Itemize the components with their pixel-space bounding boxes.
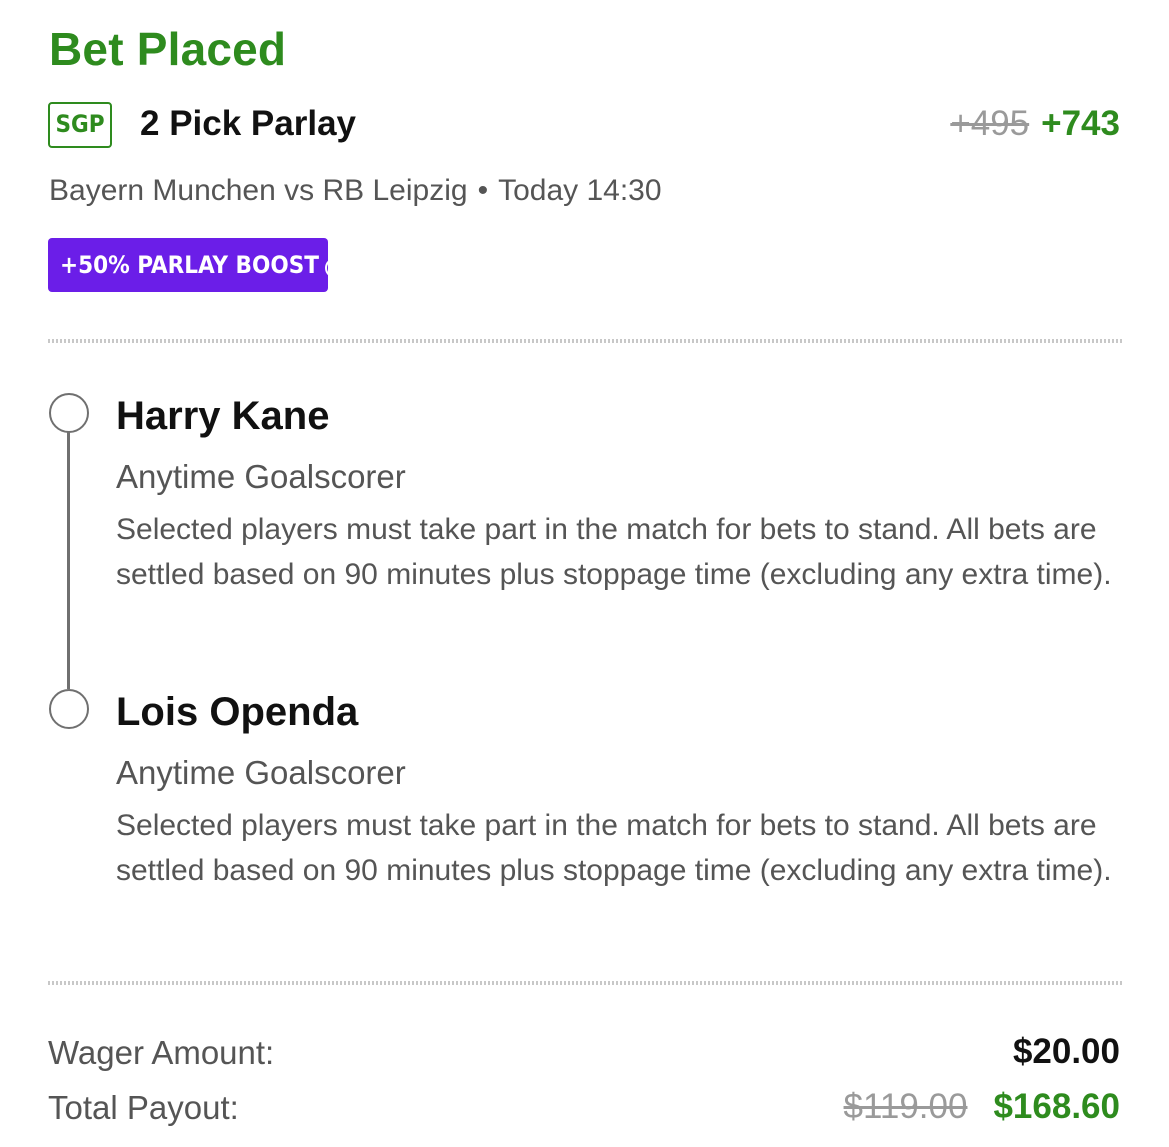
separator-dot: •	[477, 174, 489, 207]
match-time: Today 14:30	[498, 174, 662, 207]
parlay-odds: +495 +743	[950, 104, 1120, 144]
dotted-divider	[48, 339, 1124, 343]
leg-status-circle-icon	[49, 689, 89, 729]
bet-placed-title: Bet Placed	[49, 23, 287, 75]
leg-rules-text: Selected players must take part in the m…	[116, 809, 1112, 887]
parlay-title: 2 Pick Parlay	[140, 104, 356, 143]
boosted-odds: +743	[1041, 104, 1120, 143]
wager-amount: $20.00	[1012, 1032, 1120, 1071]
leg-player-name: Lois Openda	[116, 690, 359, 734]
payout-row: Total Payout: $119.00 $168.60	[48, 1087, 1120, 1133]
leg-rules-text: Selected players must take part in the m…	[116, 513, 1112, 591]
boosted-payout: $168.60	[993, 1087, 1120, 1126]
leg-market: Anytime Goalscorer	[116, 754, 406, 791]
sgp-badge: SGP	[48, 102, 112, 148]
parlay-header: SGP 2 Pick Parlay +495 +743	[48, 100, 1120, 152]
original-payout: $119.00	[843, 1087, 968, 1126]
dotted-divider	[48, 981, 1124, 985]
wager-row: Wager Amount: $20.00	[48, 1032, 1120, 1078]
leg-player-name: Harry Kane	[116, 394, 330, 438]
leg-market: Anytime Goalscorer	[116, 458, 406, 495]
wager-label: Wager Amount:	[48, 1034, 275, 1071]
timeline-connector	[67, 431, 70, 689]
info-icon[interactable]: i	[325, 258, 345, 278]
match-name: Bayern Munchen vs RB Leipzig	[49, 174, 468, 207]
leg-status-circle-icon	[49, 393, 89, 433]
payout-label: Total Payout:	[48, 1089, 239, 1126]
parlay-boost-badge[interactable]: +50% PARLAY BOOST i	[48, 238, 345, 292]
leg-item: Lois Openda Anytime Goalscorer Selected …	[116, 689, 1126, 893]
match-info: Bayern Munchen vs RB Leipzig • Today 14:30	[49, 174, 662, 208]
leg-item: Harry Kane Anytime Goalscorer Selected p…	[116, 393, 1126, 597]
original-odds: +495	[950, 104, 1030, 143]
payout-amount: $119.00 $168.60	[844, 1087, 1120, 1127]
boost-label: +50% PARLAY BOOST	[60, 251, 319, 279]
